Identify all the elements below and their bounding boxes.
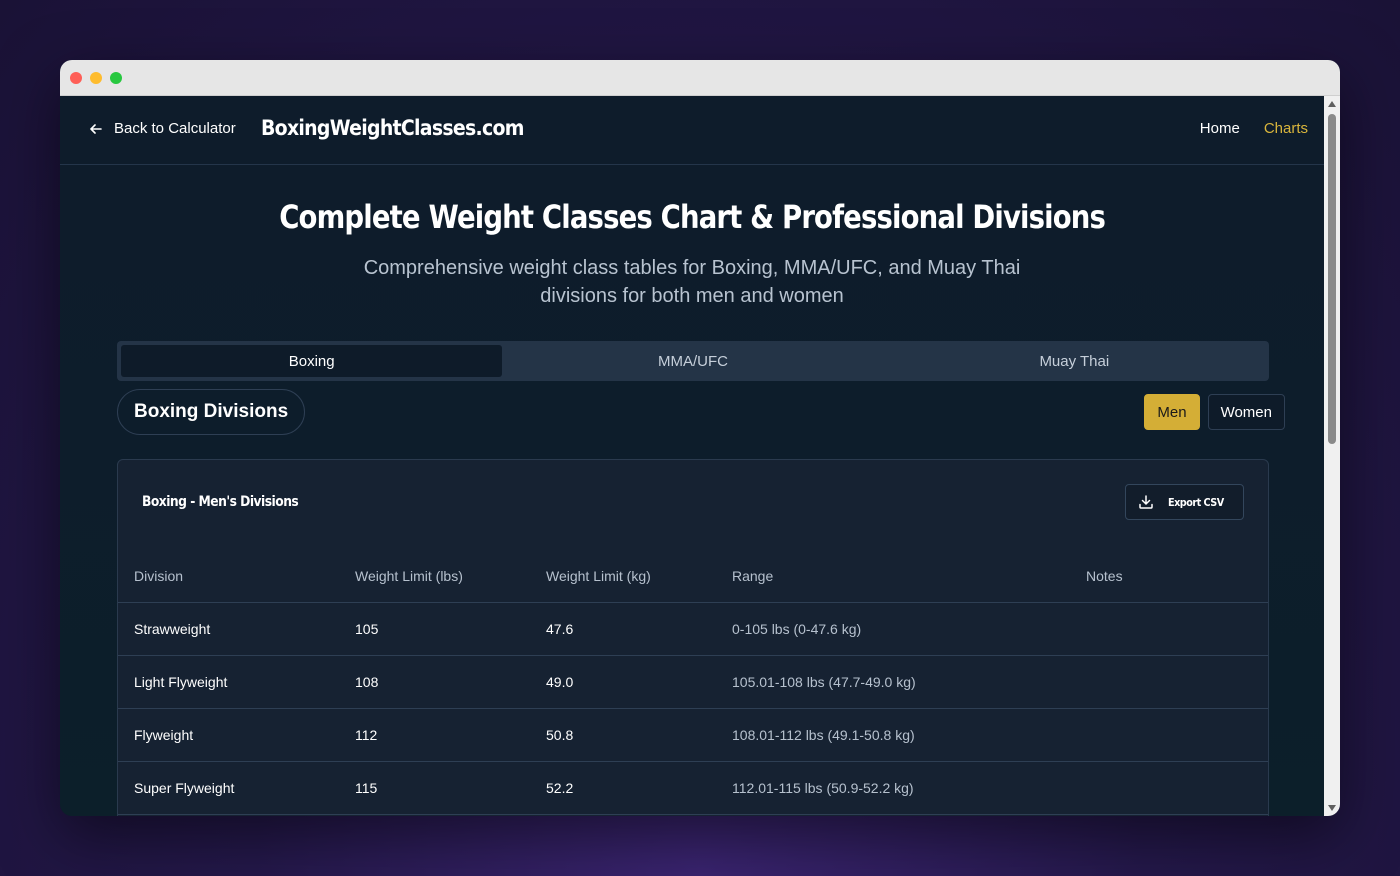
page-subtitle: Comprehensive weight class tables for Bo…: [363, 257, 1021, 307]
nav-link-home[interactable]: Home: [1200, 120, 1240, 137]
back-to-calculator-link[interactable]: Back to Calculator: [88, 120, 236, 137]
weight-range: 112.01-115 lbs (50.9-52.2 kg): [716, 761, 1070, 815]
table-row[interactable]: Super Flyweight 115 52.2 112.01-115 lbs …: [118, 761, 1268, 815]
close-window-button[interactable]: [70, 72, 82, 84]
weight-lbs: 108: [339, 655, 530, 709]
scrollbar-thumb[interactable]: [1328, 114, 1336, 444]
scroll-down-arrow-icon[interactable]: [1328, 805, 1336, 811]
division-notes: [1070, 602, 1268, 656]
column-header-division[interactable]: Division: [118, 550, 339, 603]
minimize-window-button[interactable]: [90, 72, 102, 84]
vertical-scrollbar[interactable]: [1324, 96, 1340, 816]
column-header-notes[interactable]: Notes: [1070, 550, 1268, 603]
women-button[interactable]: Women: [1207, 394, 1285, 430]
division-notes: [1070, 655, 1268, 709]
table-header-row: Division Weight Limit (lbs) Weight Limit…: [118, 550, 1268, 603]
division-heading: Boxing Divisions: [117, 389, 306, 435]
tab-mma-ufc[interactable]: MMA/UFC: [502, 345, 883, 377]
arrow-left-icon: [90, 123, 102, 134]
card-title: Boxing - Men's Divisions: [142, 494, 299, 510]
weight-kg: 47.6: [530, 602, 716, 656]
weight-range: 108.01-112 lbs (49.1-50.8 kg): [716, 708, 1070, 762]
nav-link-charts[interactable]: Charts: [1264, 120, 1308, 137]
tab-muay-thai[interactable]: Muay Thai: [884, 345, 1265, 377]
tab-boxing[interactable]: Boxing: [121, 345, 503, 377]
top-navigation: Back to Calculator BoxingWeightClasses.c…: [60, 96, 1324, 165]
table-row[interactable]: Light Flyweight 108 49.0 105.01-108 lbs …: [118, 655, 1268, 709]
weight-range: 105.01-108 lbs (47.7-49.0 kg): [716, 655, 1070, 709]
weight-range: 0-105 lbs (0-47.6 kg): [716, 602, 1070, 656]
divisions-card: Boxing - Men's Divisions Export CSV Divi…: [117, 459, 1269, 816]
column-header-weight-kg[interactable]: Weight Limit (kg): [530, 550, 716, 603]
page-title: Complete Weight Classes Chart & Professi…: [60, 198, 1324, 236]
table-row[interactable]: Strawweight 105 47.6 0-105 lbs (0-47.6 k…: [118, 602, 1268, 656]
column-header-range[interactable]: Range: [716, 550, 1070, 603]
window-titlebar: [60, 60, 1340, 96]
maximize-window-button[interactable]: [110, 72, 122, 84]
browser-window: Back to Calculator BoxingWeightClasses.c…: [60, 60, 1340, 816]
weight-kg: 52.2: [530, 761, 716, 815]
scroll-up-arrow-icon[interactable]: [1328, 101, 1336, 107]
division-notes: [1070, 761, 1268, 815]
nav-links: Home Charts: [1200, 120, 1308, 137]
brand-logo-text[interactable]: BoxingWeightClasses.com: [261, 116, 524, 140]
division-name: Light Flyweight: [118, 655, 339, 709]
download-icon: [1138, 495, 1153, 509]
divisions-table: Division Weight Limit (lbs) Weight Limit…: [118, 550, 1268, 815]
table-row[interactable]: Flyweight 112 50.8 108.01-112 lbs (49.1-…: [118, 708, 1268, 762]
men-button[interactable]: Men: [1144, 394, 1200, 430]
export-csv-label: Export CSV: [1167, 495, 1224, 509]
division-notes: [1070, 708, 1268, 762]
division-name: Flyweight: [118, 708, 339, 762]
division-name: Strawweight: [118, 602, 339, 656]
weight-lbs: 115: [339, 761, 530, 815]
weight-lbs: 112: [339, 708, 530, 762]
back-link-label: Back to Calculator: [114, 120, 236, 137]
column-header-weight-lbs[interactable]: Weight Limit (lbs): [339, 550, 530, 603]
page-viewport: Back to Calculator BoxingWeightClasses.c…: [60, 96, 1340, 816]
sport-tabs: Boxing MMA/UFC Muay Thai: [117, 341, 1269, 381]
weight-lbs: 105: [339, 602, 530, 656]
division-name: Super Flyweight: [118, 761, 339, 815]
export-csv-button[interactable]: Export CSV: [1124, 484, 1244, 520]
weight-kg: 50.8: [530, 708, 716, 762]
weight-kg: 49.0: [530, 655, 716, 709]
page-title-text: Complete Weight Classes Chart & Professi…: [279, 198, 1106, 236]
gender-toggle: Men Women: [1144, 394, 1285, 430]
